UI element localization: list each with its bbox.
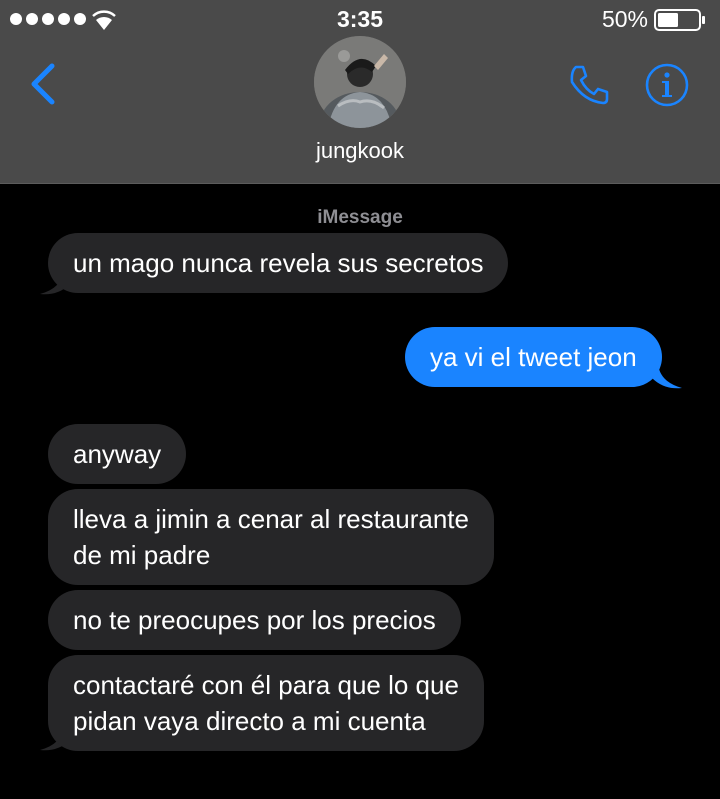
message-text: anyway xyxy=(73,439,162,469)
received-message-bubble[interactable]: un mago nunca revela sus secretos xyxy=(48,233,509,293)
received-message-bubble[interactable]: contactaré con él para que lo que pidan … xyxy=(48,655,484,751)
message-text: no te preocupes por los precios xyxy=(73,605,436,635)
service-label: iMessage xyxy=(317,207,403,228)
sent-message-bubble[interactable]: ya vi el tweet jeon xyxy=(405,327,662,387)
received-message-bubble[interactable]: anyway xyxy=(48,424,187,484)
contact-avatar[interactable] xyxy=(314,36,406,128)
received-message-bubble[interactable]: no te preocupes por los precios xyxy=(48,590,461,650)
phone-icon[interactable] xyxy=(566,62,612,108)
message-text-line: pidan vaya directo a mi cuenta xyxy=(73,706,426,736)
message-text: ya vi el tweet jeon xyxy=(430,342,637,372)
contact-name[interactable]: jungkook xyxy=(0,138,720,164)
battery-percentage: 50% xyxy=(601,6,648,32)
received-message-bubble[interactable]: lleva a jimin a cenar al restaurante de … xyxy=(48,489,494,585)
navigation-header: 3:35 50% jungkook xyxy=(0,0,720,184)
battery-icon xyxy=(654,9,705,31)
avatar-photo xyxy=(314,36,406,128)
back-chevron-icon[interactable] xyxy=(24,60,64,108)
message-text-line: contactaré con él para que lo que xyxy=(73,670,459,700)
message-text: un mago nunca revela sus secretos xyxy=(73,248,484,278)
message-text-line: lleva a jimin a cenar al restaurante xyxy=(73,504,469,534)
info-icon[interactable] xyxy=(644,62,690,108)
message-text-line: de mi padre xyxy=(73,540,211,570)
status-bar: 3:35 50% xyxy=(0,0,720,40)
